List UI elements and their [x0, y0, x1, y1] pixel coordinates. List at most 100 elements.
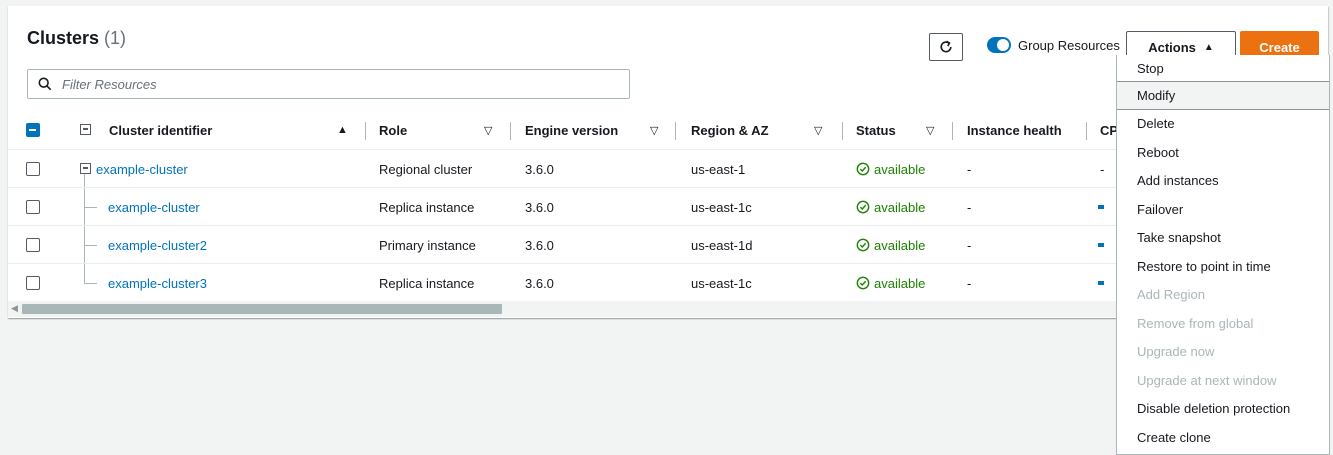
status-cell: available — [856, 150, 925, 188]
actions-label: Actions — [1148, 39, 1196, 55]
instance-link[interactable]: example-cluster — [108, 200, 200, 215]
column-role[interactable]: Role ▽ — [379, 110, 499, 150]
scroll-left-icon[interactable]: ◀ — [11, 303, 18, 314]
filter-box[interactable] — [27, 69, 630, 99]
menu-item-disable-deletion-protection[interactable]: Disable deletion protection — [1117, 395, 1329, 424]
column-label: Region & AZ — [691, 122, 769, 138]
health-cell: - — [967, 275, 972, 291]
column-divider[interactable] — [365, 122, 366, 140]
status-text: available — [874, 161, 926, 177]
check-circle-icon — [856, 238, 870, 252]
row-checkbox[interactable] — [26, 162, 40, 176]
region-cell: us-east-1c — [691, 275, 752, 291]
column-label: Cluster identifier — [109, 122, 213, 138]
status-text: available — [874, 275, 926, 291]
cpu-usage-bar — [1098, 281, 1104, 285]
group-resources-label: Group Resources — [1018, 38, 1120, 53]
table-row: example-cluster Replica instance 3.6.0 u… — [8, 188, 1118, 226]
table-header: Cluster identifier ▲ Role ▽ Engine versi… — [8, 110, 1118, 150]
horizontal-scrollbar[interactable]: ◀ — [8, 301, 1118, 317]
cpu-cell: - — [1100, 161, 1105, 177]
tree-connector — [84, 245, 97, 246]
scrollbar-thumb[interactable] — [22, 304, 502, 314]
role-cell: Primary instance — [379, 237, 476, 253]
menu-item-add-instances[interactable]: Add instances — [1117, 167, 1329, 196]
refresh-icon — [940, 40, 952, 53]
region-cell: us-east-1 — [691, 161, 746, 177]
column-divider[interactable] — [842, 122, 843, 140]
sort-icon: ▽ — [484, 124, 493, 137]
menu-item-remove-from-global: Remove from global — [1137, 315, 1254, 331]
column-cluster-identifier[interactable]: Cluster identifier ▲ — [109, 110, 354, 150]
cluster-id-cell: example-cluster — [108, 188, 200, 226]
menu-item-upgrade-next-window: Upgrade at next window — [1137, 372, 1277, 388]
column-status[interactable]: Status ▽ — [856, 110, 946, 150]
column-divider[interactable] — [1086, 122, 1087, 140]
menu-item-stop[interactable]: Stop — [1117, 55, 1329, 81]
panel-title: Clusters (1) — [27, 28, 126, 49]
menu-item-upgrade-now: Upgrade now — [1137, 344, 1215, 360]
status-cell: available — [856, 226, 925, 264]
column-divider[interactable] — [510, 122, 511, 140]
row-checkbox[interactable] — [26, 276, 40, 290]
column-label: Status — [856, 122, 896, 138]
column-engine-version[interactable]: Engine version ▽ — [525, 110, 665, 150]
column-region-az[interactable]: Region & AZ ▽ — [691, 110, 826, 150]
check-circle-icon — [856, 200, 870, 214]
cluster-link[interactable]: example-cluster — [96, 162, 188, 177]
row-checkbox[interactable] — [26, 200, 40, 214]
filter-input[interactable] — [60, 75, 620, 93]
sort-asc-icon: ▲ — [337, 124, 348, 136]
menu-item-reboot[interactable]: Reboot — [1117, 138, 1329, 167]
column-divider[interactable] — [675, 122, 676, 140]
table-row: example-cluster Regional cluster 3.6.0 u… — [8, 150, 1118, 188]
group-resources-toggle[interactable] — [987, 37, 1011, 53]
cluster-id-cell: example-cluster2 — [108, 226, 207, 264]
menu-item-create-clone[interactable]: Create clone — [1117, 423, 1329, 452]
engine-cell: 3.6.0 — [525, 199, 554, 215]
sort-icon: ▽ — [814, 124, 823, 137]
instance-link[interactable]: example-cluster3 — [108, 276, 207, 291]
engine-cell: 3.6.0 — [525, 237, 554, 253]
engine-cell: 3.6.0 — [525, 161, 554, 177]
refresh-button[interactable] — [929, 33, 963, 61]
status-text: available — [874, 237, 926, 253]
table-row: example-cluster2 Primary instance 3.6.0 … — [8, 226, 1118, 264]
tree-connector — [84, 207, 97, 208]
column-label: Engine version — [525, 122, 619, 138]
menu-item-take-snapshot[interactable]: Take snapshot — [1117, 224, 1329, 253]
collapse-all-icon[interactable] — [80, 124, 91, 135]
select-all-checkbox[interactable] — [26, 123, 40, 137]
status-cell: available — [856, 264, 925, 302]
health-cell: - — [967, 161, 972, 177]
column-label: Role — [379, 122, 408, 138]
role-cell: Replica instance — [379, 199, 475, 215]
menu-item-restore-point-in-time[interactable]: Restore to point in time — [1117, 252, 1329, 281]
caret-up-icon: ▲ — [1203, 41, 1214, 53]
collapse-icon[interactable] — [80, 163, 91, 174]
instance-link[interactable]: example-cluster2 — [108, 238, 207, 253]
health-cell: - — [967, 237, 972, 253]
panel-title-text: Clusters — [27, 28, 100, 48]
table-row: example-cluster3 Replica instance 3.6.0 … — [8, 264, 1118, 302]
engine-cell: 3.6.0 — [525, 275, 554, 291]
health-cell: - — [967, 199, 972, 215]
menu-item-add-region: Add Region — [1137, 287, 1205, 303]
menu-item-modify[interactable]: Modify — [1117, 81, 1329, 110]
row-checkbox[interactable] — [26, 238, 40, 252]
create-label: Create — [1259, 39, 1300, 55]
column-divider[interactable] — [952, 122, 953, 140]
cluster-count: (1) — [104, 28, 127, 48]
sort-icon: ▽ — [926, 124, 935, 137]
cpu-usage-bar — [1098, 243, 1104, 247]
cluster-id-cell: example-cluster3 — [108, 264, 207, 302]
menu-item-failover[interactable]: Failover — [1117, 195, 1329, 224]
status-cell: available — [856, 188, 925, 226]
column-instance-health[interactable]: Instance health — [967, 110, 1087, 150]
region-cell: us-east-1d — [691, 237, 753, 253]
menu-item-delete[interactable]: Delete — [1117, 110, 1329, 139]
search-icon — [38, 77, 52, 91]
status-text: available — [874, 199, 926, 215]
tree-connector — [84, 283, 97, 284]
sort-icon: ▽ — [650, 124, 659, 137]
